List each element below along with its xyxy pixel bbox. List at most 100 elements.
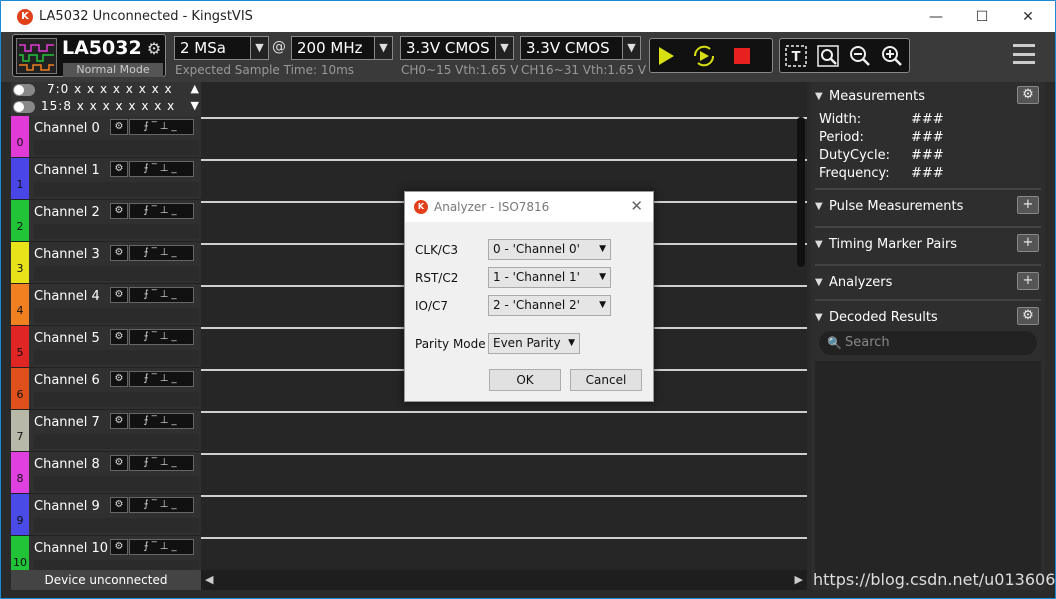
trigger-edge-icons[interactable]: ⨍‾⊥_ bbox=[129, 413, 194, 429]
cancel-button[interactable]: Cancel bbox=[570, 369, 642, 391]
hamburger-menu-icon[interactable] bbox=[1013, 44, 1035, 64]
close-button[interactable]: ✕ bbox=[1005, 1, 1051, 32]
channel-row[interactable]: 0 Channel 0 ⚙ ⨍‾⊥_ bbox=[11, 116, 201, 158]
measure-value: ### bbox=[911, 130, 944, 145]
channel-row[interactable]: 4 Channel 4 ⚙ ⨍‾⊥_ bbox=[11, 284, 201, 326]
parity-select[interactable]: Even Parity ▼ bbox=[488, 333, 580, 354]
zoom-in-button[interactable] bbox=[876, 41, 908, 71]
channel-group-row[interactable]: 7:0 x x x x x x x x ▲ bbox=[11, 82, 201, 98]
channel-tools: ⚙ ⨍‾⊥_ bbox=[110, 203, 194, 219]
channel-row[interactable]: 1 Channel 1 ⚙ ⨍‾⊥_ bbox=[11, 158, 201, 200]
channel-row[interactable]: 5 Channel 5 ⚙ ⨍‾⊥_ bbox=[11, 326, 201, 368]
timing-markers-header[interactable]: ▼ Timing Marker Pairs + bbox=[815, 234, 1041, 256]
chevron-down-icon: ▼ bbox=[495, 37, 513, 59]
channel-row[interactable]: 6 Channel 6 ⚙ ⨍‾⊥_ bbox=[11, 368, 201, 410]
trigger-edge-icons[interactable]: ⨍‾⊥_ bbox=[129, 245, 194, 261]
clk-select[interactable]: 0 - 'Channel 0' ▼ bbox=[488, 239, 611, 260]
dialog-close-icon[interactable]: ✕ bbox=[630, 197, 643, 215]
channel-row[interactable]: 7 Channel 7 ⚙ ⨍‾⊥_ bbox=[11, 410, 201, 452]
channel-settings-gear-icon[interactable]: ⚙ bbox=[110, 161, 128, 177]
threshold-sub-2: CH16~31 Vth:1.65 V bbox=[521, 63, 647, 77]
start-capture-button[interactable] bbox=[650, 41, 682, 71]
channel-row[interactable]: 9 Channel 9 ⚙ ⨍‾⊥_ bbox=[11, 494, 201, 536]
channel-settings-gear-icon[interactable]: ⚙ bbox=[110, 455, 128, 471]
vertical-scrollbar[interactable] bbox=[797, 117, 805, 267]
sample-depth-select[interactable]: 2 MSa ▼ bbox=[174, 36, 269, 60]
measurements-settings-gear-icon[interactable]: ⚙ bbox=[1017, 86, 1039, 104]
trigger-edge-icons[interactable]: ⨍‾⊥_ bbox=[129, 539, 194, 555]
trigger-edge-icons[interactable]: ⨍‾⊥_ bbox=[129, 161, 194, 177]
trigger-edge-icons[interactable]: ⨍‾⊥_ bbox=[129, 203, 194, 219]
zoom-out-button[interactable] bbox=[844, 41, 876, 71]
channel-name: Channel 0 bbox=[34, 121, 100, 136]
sample-rate-select[interactable]: 200 MHz ▼ bbox=[291, 36, 393, 60]
analyzer-dialog: K Analyzer - ISO7816 ✕ CLK/C3 0 - 'Chann… bbox=[404, 191, 654, 402]
scroll-down-icon[interactable]: ▼ bbox=[191, 99, 199, 112]
decoded-settings-gear-icon[interactable]: ⚙ bbox=[1017, 307, 1039, 325]
trigger-edge-icons[interactable]: ⨍‾⊥_ bbox=[129, 371, 194, 387]
rst-select[interactable]: 1 - 'Channel 1' ▼ bbox=[488, 267, 611, 288]
measurements-title: Measurements bbox=[829, 89, 926, 104]
threshold-select-2[interactable]: 3.3V CMOS ▼ bbox=[520, 36, 641, 60]
text-tool-button[interactable]: T bbox=[780, 41, 812, 71]
ok-button[interactable]: OK bbox=[489, 369, 561, 391]
channel-settings-gear-icon[interactable]: ⚙ bbox=[110, 329, 128, 345]
channel-group-row[interactable]: 15:8 x x x x x x x x ▼ bbox=[11, 99, 201, 115]
measurements-header[interactable]: ▼ Measurements ⚙ bbox=[815, 86, 1041, 108]
zoom-fit-button[interactable] bbox=[812, 41, 844, 71]
channel-settings-gear-icon[interactable]: ⚙ bbox=[110, 539, 128, 555]
channel-settings-gear-icon[interactable]: ⚙ bbox=[110, 287, 128, 303]
pulse-measurements-header[interactable]: ▼ Pulse Measurements + bbox=[815, 196, 1041, 218]
trigger-edge-icons[interactable]: ⨍‾⊥_ bbox=[129, 329, 194, 345]
channel-tools: ⚙ ⨍‾⊥_ bbox=[110, 371, 194, 387]
chevron-down-icon: ▼ bbox=[622, 37, 640, 59]
channel-settings-gear-icon[interactable]: ⚙ bbox=[110, 413, 128, 429]
add-analyzer-plus-icon[interactable]: + bbox=[1017, 272, 1039, 290]
device-settings-gear-icon[interactable]: ⚙ bbox=[144, 39, 164, 59]
horizontal-scrollbar[interactable]: ◀ ▶ bbox=[201, 570, 807, 590]
add-timing-plus-icon[interactable]: + bbox=[1017, 234, 1039, 252]
device-mode: Normal Mode bbox=[63, 63, 163, 77]
analyzers-header[interactable]: ▼ Analyzers + bbox=[815, 272, 1041, 294]
watermark-text: https://blog.csdn.net/u013606261 bbox=[813, 570, 1056, 589]
group-toggle[interactable] bbox=[13, 101, 35, 113]
threshold-select-1[interactable]: 3.3V CMOS ▼ bbox=[400, 36, 514, 60]
decoded-results-header[interactable]: ▼ Decoded Results ⚙ bbox=[815, 307, 1041, 329]
loop-capture-button[interactable] bbox=[688, 41, 720, 71]
channel-settings-gear-icon[interactable]: ⚙ bbox=[110, 203, 128, 219]
channel-settings-gear-icon[interactable]: ⚙ bbox=[110, 371, 128, 387]
zoom-in-icon bbox=[882, 45, 902, 66]
scroll-up-icon[interactable]: ▲ bbox=[191, 82, 199, 95]
scroll-right-icon[interactable]: ▶ bbox=[795, 573, 803, 586]
channel-settings-gear-icon[interactable]: ⚙ bbox=[110, 497, 128, 513]
trigger-edge-icons[interactable]: ⨍‾⊥_ bbox=[129, 119, 194, 135]
stop-capture-button[interactable] bbox=[726, 41, 758, 71]
trigger-edge-icons[interactable]: ⨍‾⊥_ bbox=[129, 287, 194, 303]
minimize-button[interactable]: — bbox=[913, 1, 959, 32]
group-toggle[interactable] bbox=[13, 84, 35, 96]
channel-settings-gear-icon[interactable]: ⚙ bbox=[110, 119, 128, 135]
device-waveform-icon bbox=[16, 38, 57, 74]
channel-row[interactable]: 3 Channel 3 ⚙ ⨍‾⊥_ bbox=[11, 242, 201, 284]
channel-color-tag: 7 bbox=[11, 410, 29, 451]
analyzers-title: Analyzers bbox=[829, 275, 893, 290]
chevron-down-icon: ▼ bbox=[599, 300, 606, 310]
scroll-left-icon[interactable]: ◀ bbox=[205, 573, 213, 586]
group-label: 7:0 x x x x x x x x bbox=[47, 82, 173, 96]
maximize-button[interactable]: ☐ bbox=[959, 1, 1005, 32]
search-placeholder: Search bbox=[845, 335, 890, 350]
channel-settings-gear-icon[interactable]: ⚙ bbox=[110, 245, 128, 261]
channel-subrow bbox=[34, 434, 199, 449]
collapse-triangle-icon: ▼ bbox=[815, 91, 823, 102]
decoded-search-input[interactable]: 🔍 Search bbox=[819, 331, 1037, 355]
channel-row[interactable]: 8 Channel 8 ⚙ ⨍‾⊥_ bbox=[11, 452, 201, 494]
channel-number: 1 bbox=[16, 178, 24, 191]
add-pulse-plus-icon[interactable]: + bbox=[1017, 196, 1039, 214]
trigger-edge-icons[interactable]: ⨍‾⊥_ bbox=[129, 497, 194, 513]
channel-row[interactable]: 2 Channel 2 ⚙ ⨍‾⊥_ bbox=[11, 200, 201, 242]
trigger-edge-icons[interactable]: ⨍‾⊥_ bbox=[129, 455, 194, 471]
device-panel[interactable]: LA5032 ⚙ Normal Mode bbox=[12, 34, 166, 77]
io-select[interactable]: 2 - 'Channel 2' ▼ bbox=[488, 295, 611, 316]
channel-panel: 7:0 x x x x x x x x ▲ 15:8 x x x x x x x… bbox=[11, 82, 201, 578]
zoom-out-icon bbox=[850, 45, 870, 66]
